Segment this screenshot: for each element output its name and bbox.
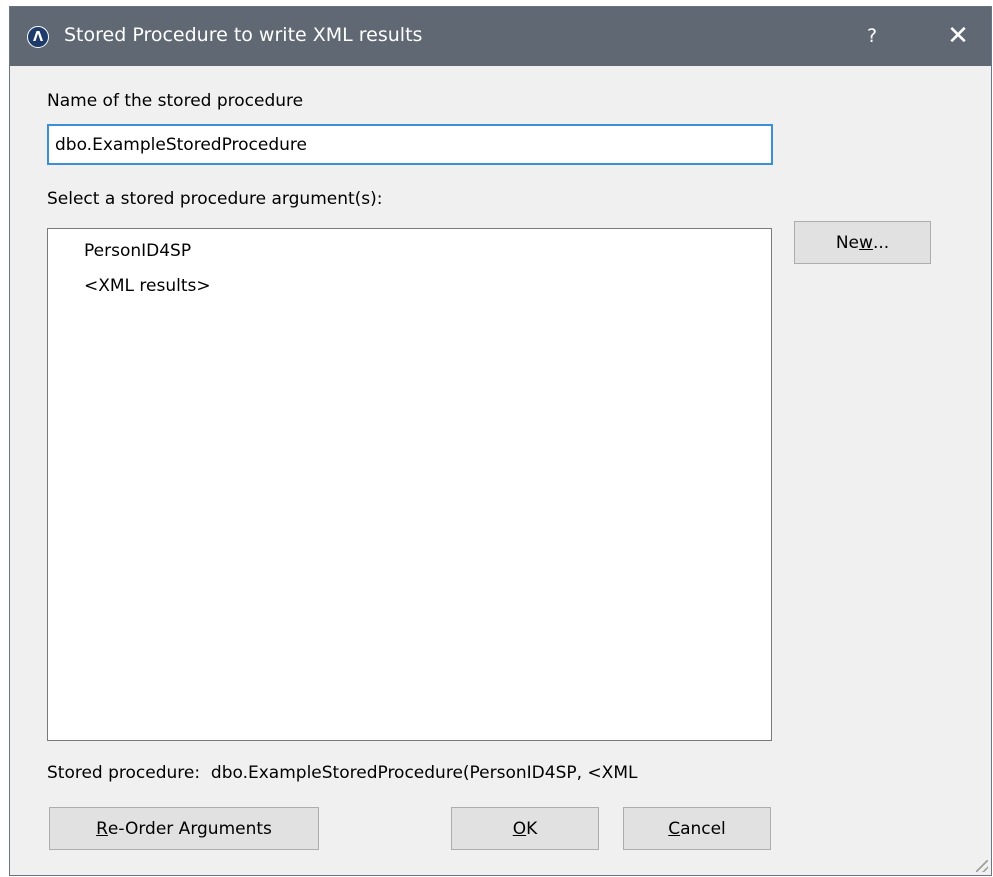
summary-label: Stored procedure: xyxy=(47,763,201,783)
close-icon: ✕ xyxy=(947,21,969,51)
dialog-window: Λ Stored Procedure to write XML results … xyxy=(9,6,992,876)
cancel-button[interactable]: Cancel xyxy=(623,807,771,850)
procedure-name-label: Name of the stored procedure xyxy=(47,91,304,111)
new-button-label-post: ... xyxy=(872,232,890,253)
reorder-arguments-button[interactable]: Re-Order Arguments xyxy=(49,807,319,850)
title-bar[interactable]: Λ Stored Procedure to write XML results … xyxy=(10,7,991,66)
ok-label: K xyxy=(526,818,538,839)
reorder-label: e-Order Arguments xyxy=(107,818,272,839)
summary-value: dbo.ExampleStoredProcedure(PersonID4SP, … xyxy=(210,763,638,783)
arguments-label: Select a stored procedure argument(s): xyxy=(47,189,383,209)
close-button[interactable]: ✕ xyxy=(938,19,978,53)
cancel-mnemonic: C xyxy=(668,818,681,839)
ok-button[interactable]: OK xyxy=(451,807,599,850)
window-title: Stored Procedure to write XML results xyxy=(64,24,423,46)
help-button[interactable]: ? xyxy=(854,19,890,53)
procedure-name-input[interactable] xyxy=(47,124,773,165)
list-item[interactable]: PersonID4SP xyxy=(84,241,191,261)
list-item[interactable]: <XML results> xyxy=(84,276,211,296)
question-mark-icon: ? xyxy=(866,25,878,47)
cancel-label: ancel xyxy=(680,818,726,839)
new-button-label-pre: Ne xyxy=(835,232,860,253)
arguments-list[interactable]: PersonID4SP <XML results> xyxy=(47,228,772,741)
new-argument-button[interactable]: Ne w... xyxy=(794,221,931,264)
resize-grip-icon[interactable] xyxy=(976,860,988,872)
app-logo-icon: Λ xyxy=(27,26,49,48)
reorder-mnemonic: R xyxy=(96,818,108,839)
stored-procedure-summary: Stored procedure: dbo.ExampleStoredProce… xyxy=(47,763,637,783)
ok-mnemonic: O xyxy=(512,818,527,839)
new-button-mnemonic: w xyxy=(859,232,873,253)
